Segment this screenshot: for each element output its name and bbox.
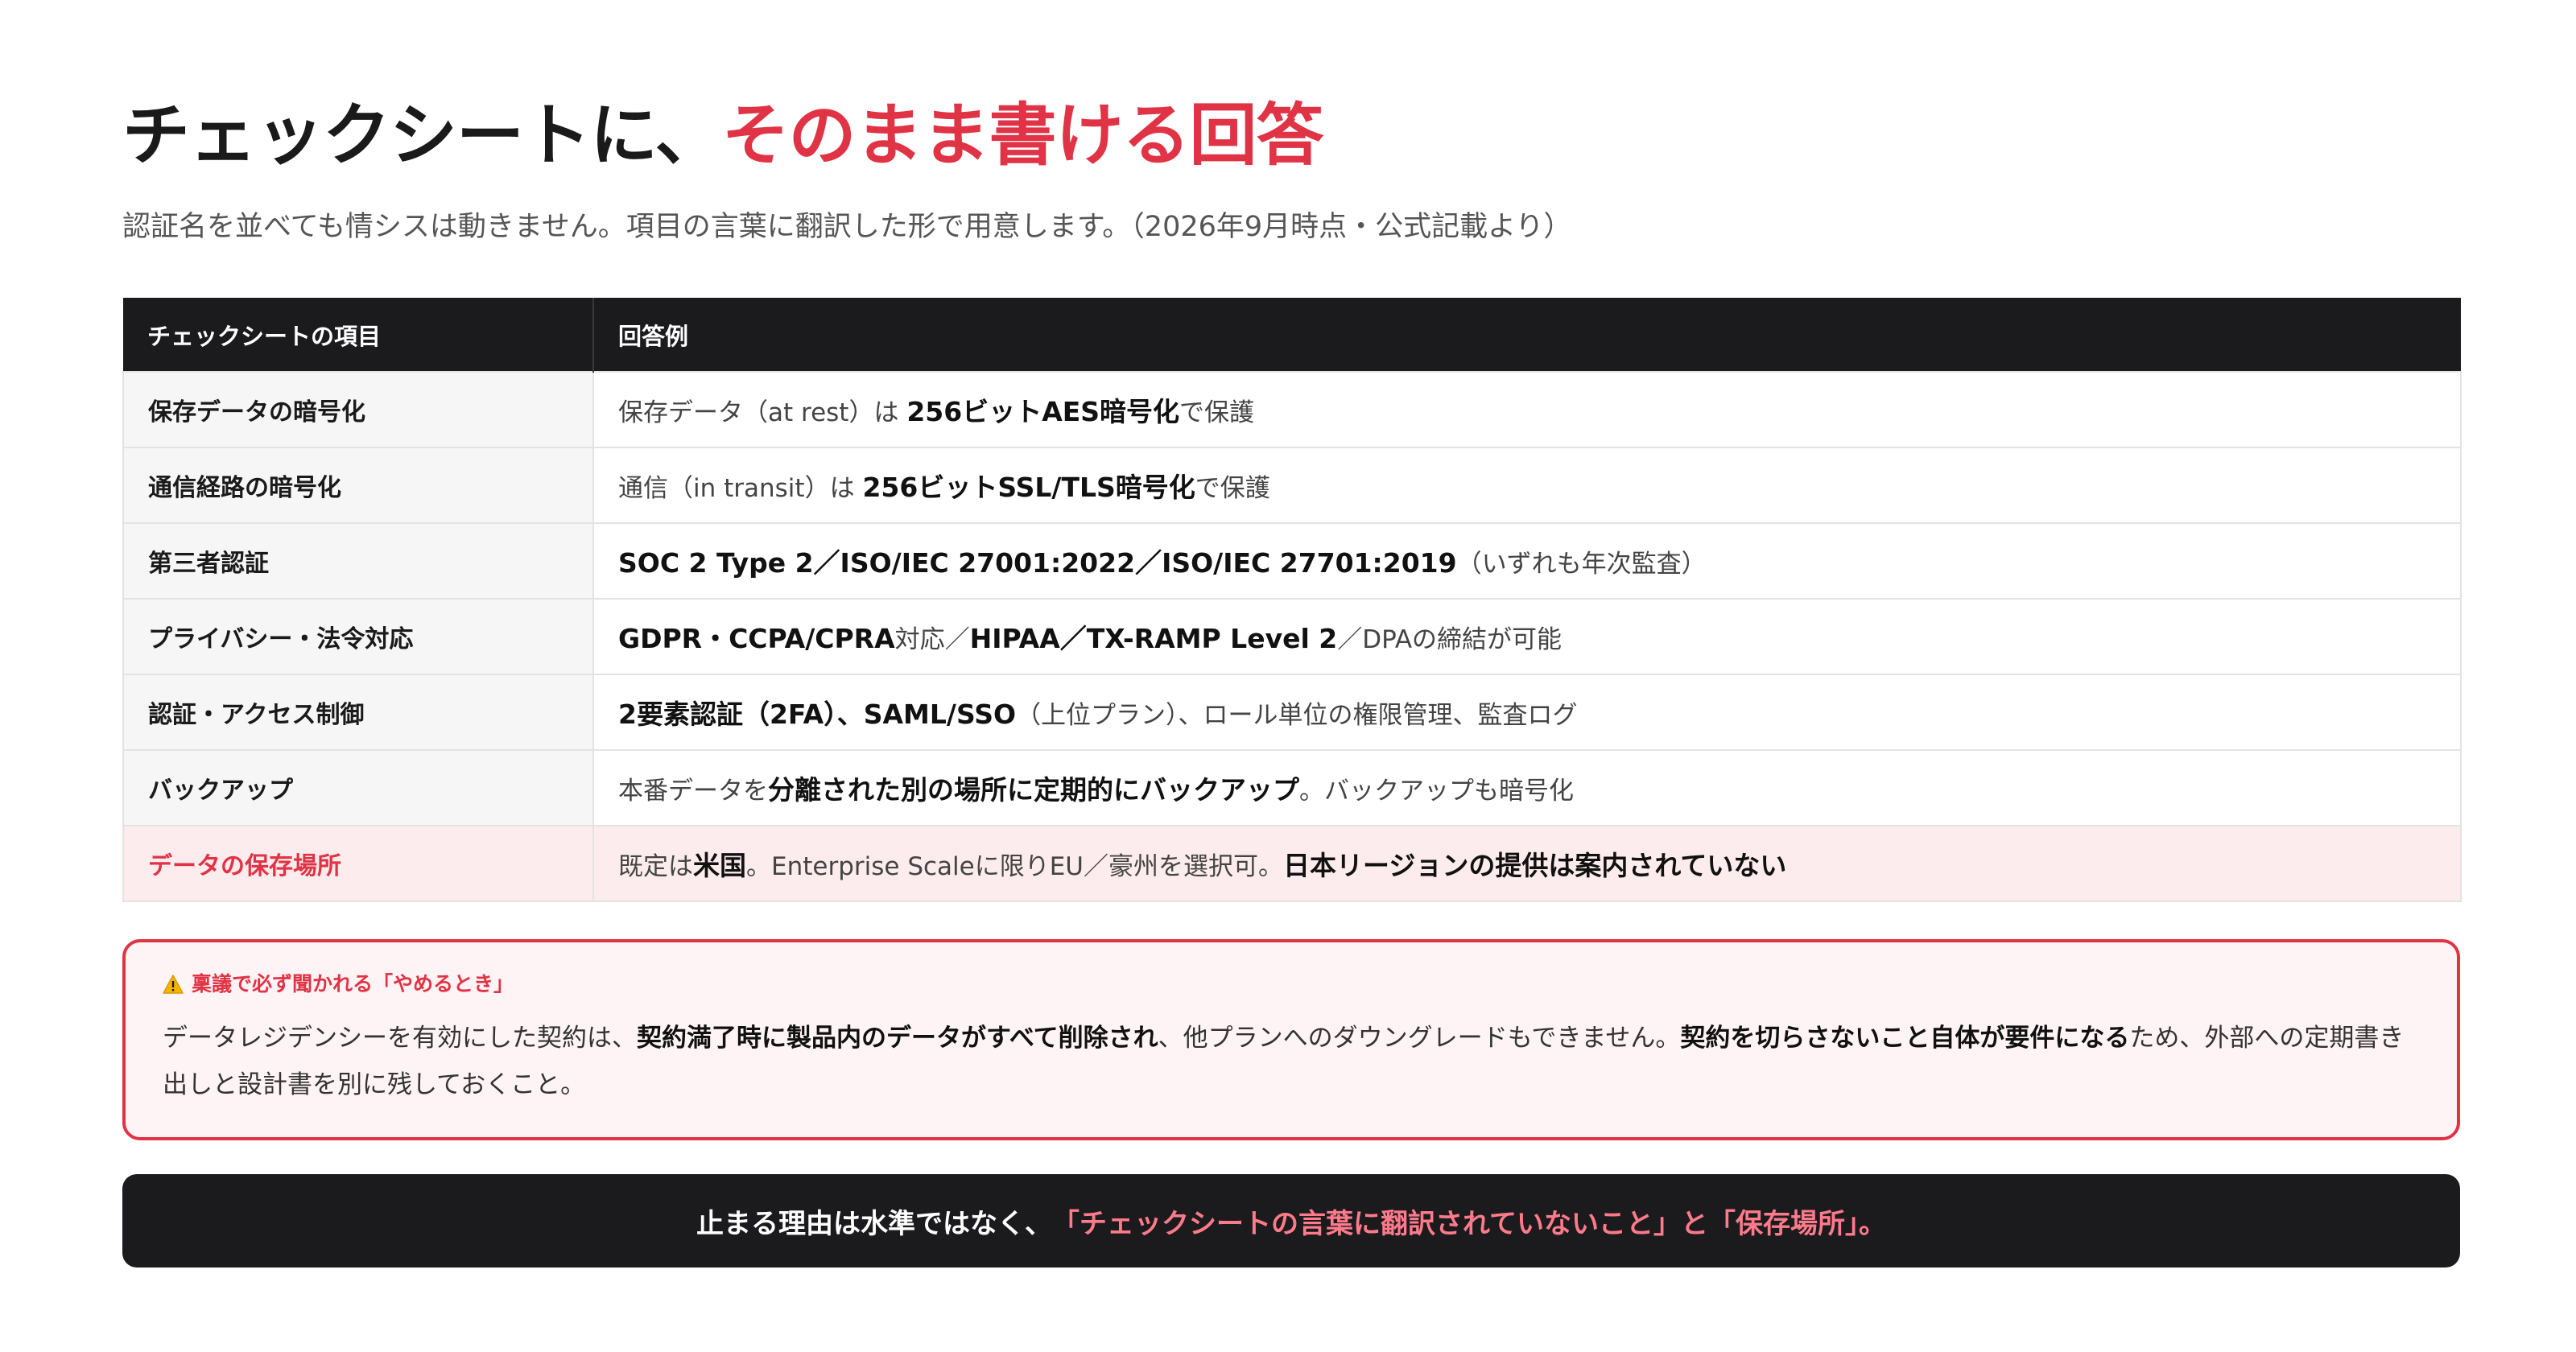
page-subtitle: 認証名を並べても情シスは動きません。項目の言葉に翻訳した形で用意します。（202… [122, 211, 1572, 243]
title-main: チェックシートに、 [122, 96, 722, 175]
item-cell: 保存データの暗号化 [122, 371, 594, 448]
bold-text: 契約を切らさないこと自体が要件になる [1680, 1024, 2130, 1053]
text-segment: 通信（in transit）は [618, 474, 863, 503]
footer-text: 止まる理由は水準ではなく、 [696, 1207, 1052, 1240]
text-segment: 既定は [618, 852, 693, 881]
table-header-row: チェックシートの項目 回答例 [123, 298, 2461, 372]
text-segment: 保存データ（at rest）は [618, 398, 907, 427]
text-segment: ／DPAの締結が可能 [1337, 625, 1563, 654]
answer-cell: GDPR・CCPA/CPRA対応／HIPAA／TX-RAMP Level 2／D… [592, 598, 2462, 675]
bold-text: HIPAA／TX-RAMP Level 2 [969, 623, 1338, 654]
footer-highlight: 「チェックシートの言葉に翻訳されていないこと」と「保存場所」。 [1052, 1207, 1886, 1240]
warning-header: 稟議で必ず聞かれる「やめるとき」 [163, 968, 2421, 1000]
checksheet-table: チェックシートの項目 回答例 保存データの暗号化 保存データ（at rest）は … [122, 298, 2462, 902]
title-accent: そのまま書ける回答 [721, 96, 1323, 175]
item-cell: 通信経路の暗号化 [122, 447, 594, 524]
answer-cell: 2要素認証（2FA）、SAML/SSO（上位プラン）、ロール単位の権限管理、監査… [592, 674, 2462, 751]
footer-banner: 止まる理由は水準ではなく、 「チェックシートの言葉に翻訳されていないこと」と「保存… [122, 1174, 2460, 1268]
text-segment: で保護 [1179, 398, 1255, 427]
answer-cell: 保存データ（at rest）は 256ビットAES暗号化で保護 [592, 371, 2462, 448]
text-segment: 。Enterprise Scaleに限りEU／豪州を選択可。 [746, 852, 1283, 881]
bold-text: 米国 [693, 850, 746, 881]
page-title: チェックシートに、そのまま書ける回答 [122, 90, 2460, 180]
item-cell: 認証・アクセス制御 [122, 674, 594, 751]
warning-title: 稟議で必ず聞かれる「やめるとき」 [192, 972, 514, 995]
warning-icon [163, 975, 184, 994]
table-row: 通信経路の暗号化 通信（in transit）は 256ビットSSL/TLS暗号化… [122, 447, 2462, 524]
warning-box: 稟議で必ず聞かれる「やめるとき」 データレジデンシーを有効にした契約は、契約満了… [122, 939, 2460, 1140]
text-segment: で保護 [1195, 474, 1270, 503]
text-segment: 。バックアップも暗号化 [1299, 777, 1574, 806]
text-segment: 対応／ [894, 625, 970, 654]
bold-text: 256ビットSSL/TLS暗号化 [862, 472, 1195, 503]
item-cell: データの保存場所 [122, 825, 594, 902]
bold-text: 日本リージョンの提供は案内されていない [1283, 850, 1787, 881]
answer-cell: 本番データを分離された別の場所に定期的にバックアップ。バックアップも暗号化 [592, 749, 2462, 826]
table-row: バックアップ 本番データを分離された別の場所に定期的にバックアップ。バックアップも… [122, 749, 2462, 826]
warning-body: データレジデンシーを有効にした契約は、契約満了時に製品内のデータがすべて削除され… [163, 1015, 2421, 1108]
column-header-answer: 回答例 [593, 298, 2461, 372]
item-cell: プライバシー・法令対応 [122, 598, 594, 675]
answer-cell: 既定は米国。Enterprise Scaleに限りEU／豪州を選択可。日本リージ… [592, 825, 2462, 902]
text-segment: （いずれも年次監査） [1456, 550, 1707, 579]
table-row: 第三者認証 SOC 2 Type 2／ISO/IEC 27001:2022／ISO… [122, 522, 2462, 600]
page: チェックシートに、そのまま書ける回答 認証名を並べても情シスは動きません。項目の… [122, 90, 2462, 1268]
bold-text: 256ビットAES暗号化 [906, 396, 1180, 427]
bold-text: 契約満了時に製品内のデータがすべて削除され [637, 1024, 1158, 1053]
text-segment: 、他プランへのダウングレードもできません。 [1158, 1024, 1681, 1053]
text-segment: 本番データを [618, 777, 768, 806]
table-row: データの保存場所 既定は米国。Enterprise Scaleに限りEU／豪州を選… [122, 825, 2462, 902]
bold-text: 分離された別の場所に定期的にバックアップ [768, 774, 1299, 806]
item-cell: バックアップ [122, 749, 594, 826]
table-row: 保存データの暗号化 保存データ（at rest）は 256ビットAES暗号化で保護 [122, 371, 2462, 448]
item-cell: 第三者認証 [122, 522, 594, 600]
bold-text: 2要素認証（2FA）、SAML/SSO [618, 699, 1017, 730]
text-segment: データレジデンシーを有効にした契約は、 [163, 1024, 637, 1053]
answer-cell: 通信（in transit）は 256ビットSSL/TLS暗号化で保護 [592, 447, 2462, 524]
answer-cell: SOC 2 Type 2／ISO/IEC 27001:2022／ISO/IEC … [592, 522, 2462, 600]
bold-text: GDPR・CCPA/CPRA [618, 623, 895, 654]
column-header-item: チェックシートの項目 [123, 298, 594, 372]
text-segment: （上位プラン）、ロール単位の権限管理、監査ログ [1016, 701, 1578, 730]
table-row: 認証・アクセス制御 2要素認証（2FA）、SAML/SSO（上位プラン）、ロール単… [122, 674, 2462, 751]
bold-text: SOC 2 Type 2／ISO/IEC 27001:2022／ISO/IEC … [618, 547, 1457, 579]
table-row: プライバシー・法令対応 GDPR・CCPA/CPRA対応／HIPAA／TX-RAM… [122, 598, 2462, 675]
